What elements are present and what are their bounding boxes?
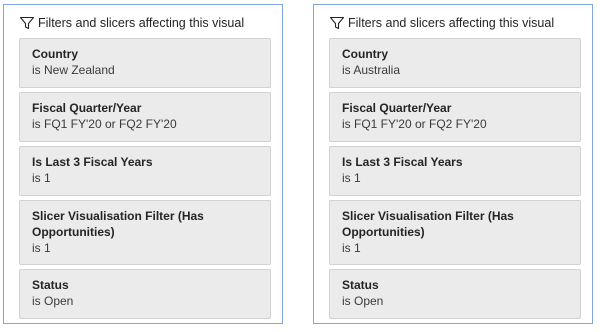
filter-field-label: Fiscal Quarter/Year <box>32 101 142 115</box>
filter-card-fiscal-quarter-year: Fiscal Quarter/Year is FQ1 FY'20 or FQ2 … <box>329 92 581 142</box>
filter-value-label: is 1 <box>32 171 51 185</box>
filter-icon <box>329 15 345 31</box>
filter-field-label: Slicer Visualisation Filter (Has Opportu… <box>342 209 514 239</box>
panel-header-label: Filters and slicers affecting this visua… <box>38 16 245 30</box>
filter-field-label: Country <box>342 47 388 61</box>
filter-field-label: Status <box>32 278 69 292</box>
filter-card-country: Country is New Zealand <box>19 38 271 88</box>
filter-card-country: Country is Australia <box>329 38 581 88</box>
panel-header: Filters and slicers affecting this visua… <box>329 14 554 32</box>
filter-card-status: Status is Open <box>19 269 271 319</box>
filters-tooltip-panel-new-zealand: Filters and slicers affecting this visua… <box>3 4 283 324</box>
filter-icon <box>19 15 35 31</box>
filter-card-slicer-visualisation-filter: Slicer Visualisation Filter (Has Opportu… <box>19 200 271 265</box>
filter-card-is-last-3-fiscal-years: Is Last 3 Fiscal Years is 1 <box>19 146 271 196</box>
filter-card-fiscal-quarter-year: Fiscal Quarter/Year is FQ1 FY'20 or FQ2 … <box>19 92 271 142</box>
panel-header: Filters and slicers affecting this visua… <box>19 14 244 32</box>
filter-card-slicer-visualisation-filter: Slicer Visualisation Filter (Has Opportu… <box>329 200 581 265</box>
filter-value-label: is FQ1 FY'20 or FQ2 FY'20 <box>342 117 487 131</box>
filter-value-label: is Australia <box>342 63 401 77</box>
filter-field-label: Status <box>342 278 379 292</box>
filter-card-status: Status is Open <box>329 269 581 319</box>
filter-field-label: Country <box>32 47 78 61</box>
filter-card-is-last-3-fiscal-years: Is Last 3 Fiscal Years is 1 <box>329 146 581 196</box>
filter-value-label: is 1 <box>342 171 361 185</box>
filter-field-label: Slicer Visualisation Filter (Has Opportu… <box>32 209 204 239</box>
filter-value-label: is 1 <box>342 241 361 255</box>
filter-value-label: is Open <box>32 294 74 308</box>
filter-value-label: is FQ1 FY'20 or FQ2 FY'20 <box>32 117 177 131</box>
filter-field-label: Is Last 3 Fiscal Years <box>32 155 153 169</box>
filters-tooltip-panel-australia: Filters and slicers affecting this visua… <box>313 4 593 324</box>
filter-value-label: is 1 <box>32 241 51 255</box>
filter-value-label: is New Zealand <box>32 63 115 77</box>
panel-header-label: Filters and slicers affecting this visua… <box>348 16 555 30</box>
filter-field-label: Is Last 3 Fiscal Years <box>342 155 463 169</box>
filter-value-label: is Open <box>342 294 384 308</box>
filter-field-label: Fiscal Quarter/Year <box>342 101 452 115</box>
